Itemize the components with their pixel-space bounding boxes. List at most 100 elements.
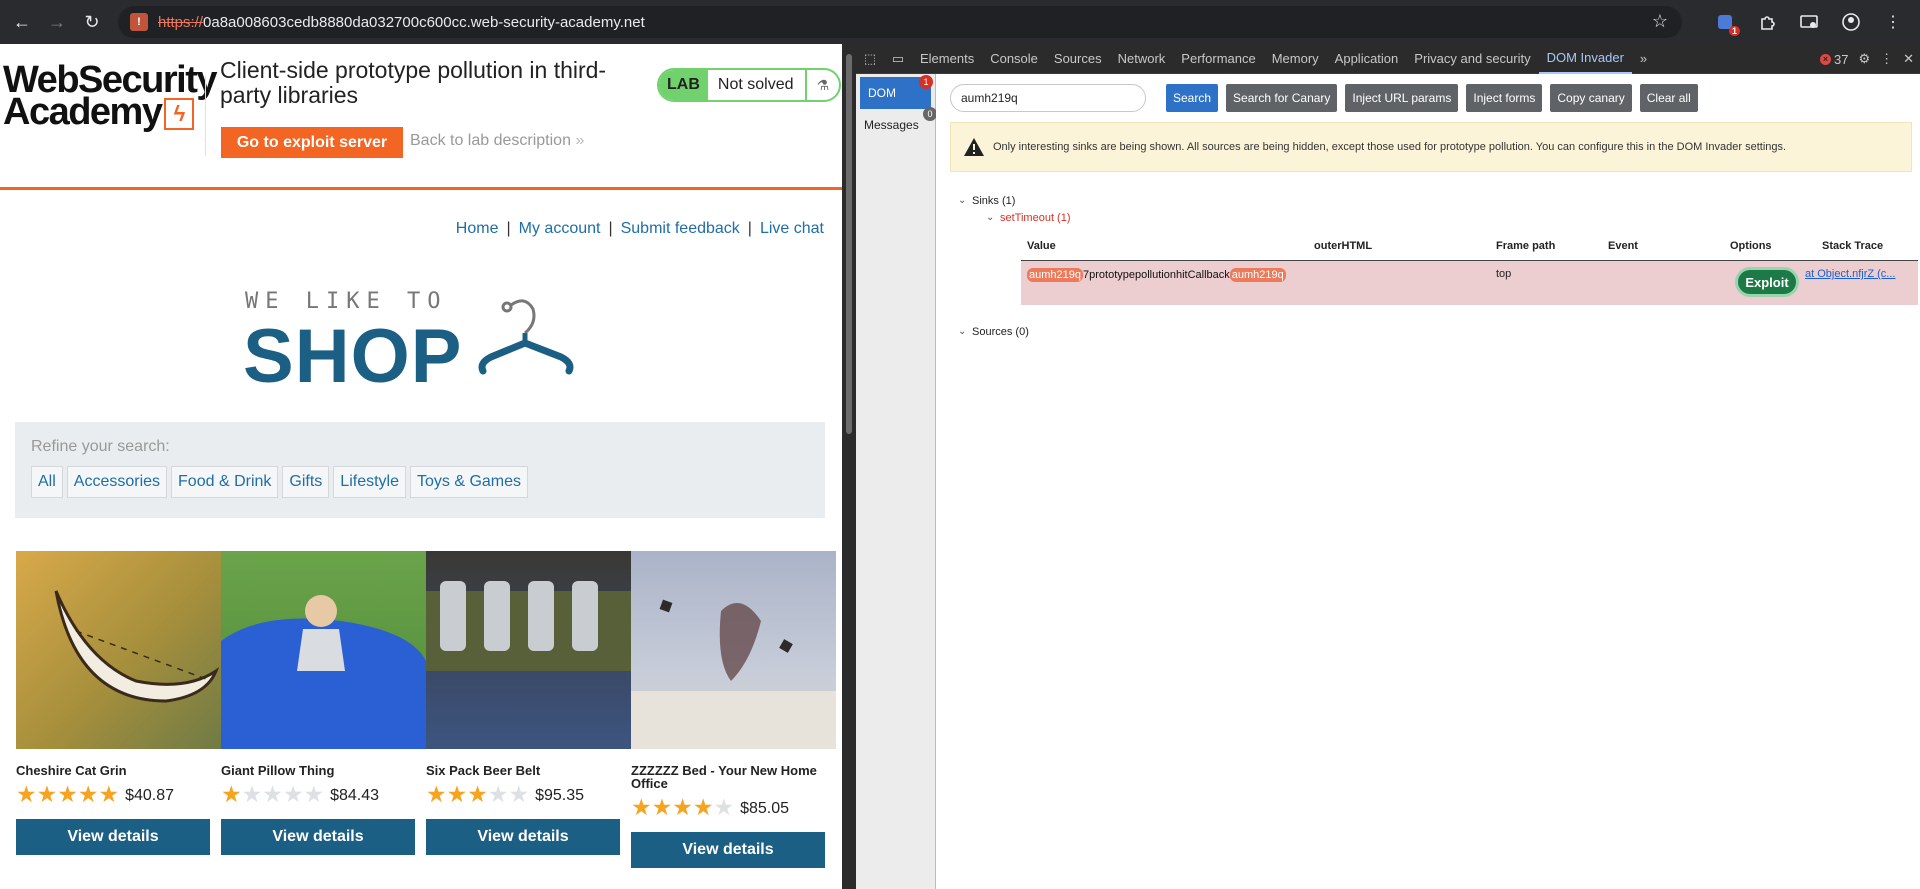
product-price: $85.05 — [740, 800, 790, 817]
copy-canary-button[interactable]: Copy canary — [1550, 84, 1632, 112]
product-rating: ★★★★★ $40.87 — [16, 781, 221, 807]
dom-count-badge: 1 — [919, 75, 933, 89]
url-host: 0a8a008603cedb8880da032700c600cc.web-sec… — [203, 13, 645, 31]
view-details-button[interactable]: View details — [16, 819, 210, 855]
hanger-icon — [478, 299, 574, 375]
col-options: Options — [1730, 240, 1772, 252]
double-chevron-icon: » — [575, 132, 585, 149]
profile-icon[interactable] — [1836, 7, 1866, 37]
devtools-toolbar: ⬚ ▭ Elements Console Sources Network Per… — [856, 44, 1920, 74]
sidebar-messages-label: Messages — [864, 118, 919, 132]
product-image[interactable] — [16, 551, 221, 749]
back-to-description-link[interactable]: Back to lab description » — [410, 132, 584, 150]
menu-icon[interactable]: ⋮ — [1878, 7, 1908, 37]
warning-icon — [964, 138, 984, 156]
filter-accessories[interactable]: Accessories — [66, 466, 168, 498]
close-devtools-icon[interactable]: ✕ — [1903, 51, 1914, 67]
tab-sources[interactable]: Sources — [1046, 44, 1110, 74]
sinks-label: Sinks (1) — [972, 194, 1016, 207]
results-tree: ⌄ Sinks (1) ⌄ setTimeout (1) Value outerHT… — [958, 192, 1918, 338]
filter-gifts[interactable]: Gifts — [282, 466, 330, 498]
sinks-node[interactable]: ⌄ Sinks (1) — [958, 192, 1918, 209]
table-row: aumh219q 7prototypepollutionhitCallback au… — [1021, 261, 1918, 305]
logo-line-2: Academy — [3, 91, 163, 133]
lab-status: LAB Not solved ⚗ — [657, 68, 841, 102]
device-toolbar-icon[interactable]: ▭ — [884, 51, 912, 67]
sources-label: Sources (0) — [972, 325, 1029, 338]
nav-my-account[interactable]: My account — [519, 220, 601, 237]
product-rating: ★★★★★ $95.35 — [426, 781, 631, 807]
shop-logo-word: SHOP — [243, 314, 463, 399]
filter-food-drink[interactable]: Food & Drink — [171, 466, 279, 498]
sidebar-item-messages[interactable]: Messages 0 — [856, 107, 937, 141]
reload-icon[interactable]: ↻ — [78, 8, 106, 36]
more-tabs-icon[interactable]: » — [1632, 44, 1655, 74]
canary-search-input[interactable]: aumh219q — [950, 84, 1146, 112]
category-filters: All Accessories Food & Drink Gifts Lifes… — [31, 466, 529, 498]
messages-count-badge: 0 — [923, 107, 937, 121]
tab-network[interactable]: Network — [1110, 44, 1174, 74]
tab-console[interactable]: Console — [982, 44, 1046, 74]
tab-elements[interactable]: Elements — [912, 44, 982, 74]
page-scrollbar[interactable] — [842, 44, 856, 889]
tab-memory[interactable]: Memory — [1264, 44, 1327, 74]
exploit-button[interactable]: Exploit — [1735, 267, 1799, 297]
clear-all-button[interactable]: Clear all — [1639, 84, 1698, 112]
forward-icon[interactable]: → — [43, 8, 71, 36]
sidebar-item-dom[interactable]: DOM 1 — [860, 75, 933, 109]
puzzle-icon[interactable] — [1752, 7, 1782, 37]
extension-badge: 1 — [1728, 26, 1740, 36]
filter-lifestyle[interactable]: Lifestyle — [333, 466, 406, 498]
error-count-badge[interactable]: × 37 — [1819, 52, 1848, 67]
dom-invader-sidebar: DOM 1 Messages 0 — [856, 74, 937, 889]
cast-icon[interactable] — [1794, 7, 1824, 37]
settings-gear-icon[interactable]: ⚙ — [1858, 51, 1870, 67]
header-divider — [205, 76, 206, 156]
stack-trace-link[interactable]: at Object.nfjrZ (c... — [1805, 268, 1915, 280]
nav-submit-feedback[interactable]: Submit feedback — [621, 220, 740, 237]
nav-live-chat[interactable]: Live chat — [760, 220, 824, 237]
tab-privacy-security[interactable]: Privacy and security — [1406, 44, 1538, 74]
col-stack-trace: Stack Trace — [1822, 240, 1884, 252]
inspect-element-icon[interactable]: ⬚ — [856, 51, 884, 67]
search-button[interactable]: Search — [1166, 84, 1219, 112]
product-image[interactable] — [631, 551, 836, 749]
tab-dom-invader[interactable]: DOM Invader — [1538, 44, 1632, 74]
search-canary-button[interactable]: Search for Canary — [1226, 84, 1338, 112]
devtools-menu-icon[interactable]: ⋮ — [1880, 51, 1893, 67]
filter-all[interactable]: All — [31, 466, 63, 498]
product-rating: ★★★★★ $84.43 — [221, 781, 426, 807]
tab-performance[interactable]: Performance — [1173, 44, 1263, 74]
product-image[interactable] — [221, 551, 426, 749]
filter-toys-games[interactable]: Toys & Games — [410, 466, 529, 498]
product-card: Giant Pillow Thing ★★★★★ $84.43 View det… — [221, 551, 426, 855]
inject-forms-button[interactable]: Inject forms — [1466, 84, 1543, 112]
site-info-icon[interactable]: ! — [130, 13, 148, 31]
back-icon[interactable]: ← — [8, 8, 36, 36]
view-details-button[interactable]: View details — [426, 819, 620, 855]
lab-title: Client-side prototype pollution in third… — [220, 57, 607, 108]
view-details-button[interactable]: View details — [221, 819, 415, 855]
product-card: Cheshire Cat Grin ★★★★★ $40.87 View deta… — [16, 551, 221, 855]
extension-icon[interactable]: 1 — [1710, 7, 1740, 37]
inject-url-params-button[interactable]: Inject URL params — [1345, 84, 1459, 112]
star-icon[interactable]: ☆ — [1652, 11, 1668, 32]
sink-type-node[interactable]: ⌄ setTimeout (1) — [986, 209, 1918, 226]
chevron-down-icon: ⌄ — [958, 195, 967, 206]
product-name: ZZZZZZ Bed - Your New Home Office — [631, 763, 817, 791]
nav-home[interactable]: Home — [456, 220, 499, 237]
product-name: Giant Pillow Thing — [221, 763, 335, 778]
product-image[interactable] — [426, 551, 631, 749]
canary-highlight: aumh219q — [1027, 268, 1083, 282]
academy-logo[interactable]: WebSecurity Academy ϟ — [3, 61, 217, 152]
star-rating: ★★★★★ — [426, 780, 530, 807]
sources-node[interactable]: ⌄ Sources (0) — [958, 323, 1029, 340]
exploit-server-button[interactable]: Go to exploit server — [221, 127, 403, 158]
product-name: Six Pack Beer Belt — [426, 763, 541, 778]
product-card: Six Pack Beer Belt ★★★★★ $95.35 View det… — [426, 551, 631, 855]
tab-application[interactable]: Application — [1327, 44, 1407, 74]
product-rating: ★★★★★ $85.05 — [631, 794, 836, 820]
address-bar[interactable]: ! https:// 0a8a008603cedb8880da032700c60… — [118, 6, 1682, 38]
page-scroll-thumb[interactable] — [846, 54, 852, 434]
view-details-button[interactable]: View details — [631, 832, 825, 868]
